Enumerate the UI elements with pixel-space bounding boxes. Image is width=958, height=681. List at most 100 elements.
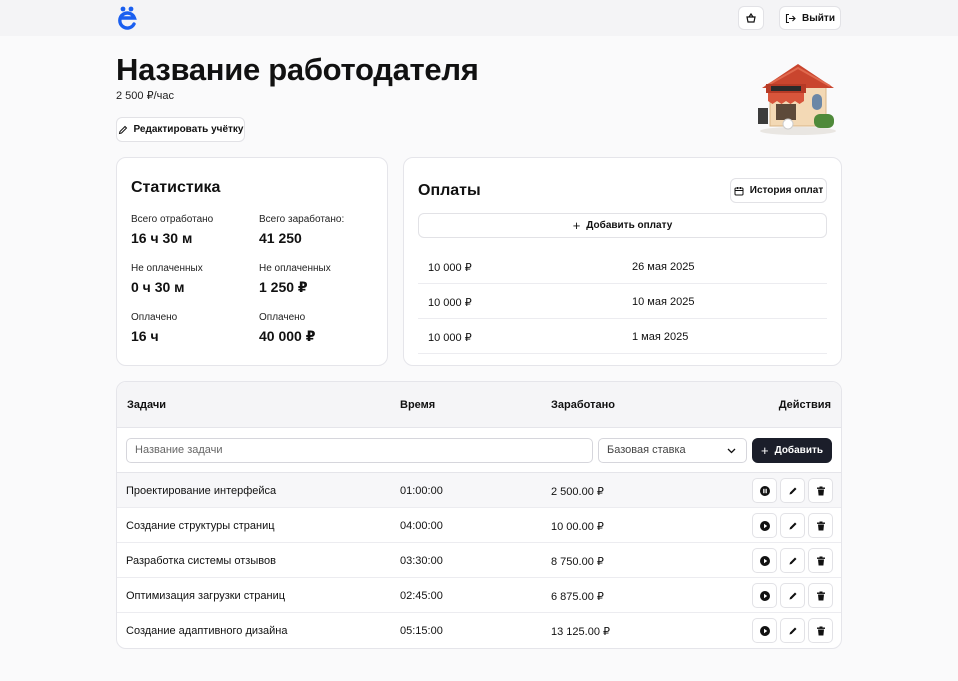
task-time: 04:00:00: [400, 520, 443, 532]
payment-date: 10 мая 2025: [632, 296, 695, 308]
play-icon: [759, 590, 770, 601]
statistics-title: Статистика: [131, 179, 221, 196]
trash-icon: [816, 556, 825, 565]
column-header-task: Задачи: [127, 399, 166, 411]
stat-value: 16 ч 30 м: [131, 230, 193, 246]
edit-task-button[interactable]: [780, 548, 805, 573]
task-name: Проектирование интерфейса: [126, 485, 277, 497]
task-name: Оптимизация загрузки страниц: [126, 590, 286, 602]
notifications-button[interactable]: [738, 6, 764, 30]
hourly-rate: 2 500 ₽/час: [116, 90, 174, 102]
logout-icon: [785, 13, 796, 23]
add-task-row: Название задачи Базовая ставка + Добавит…: [117, 428, 841, 473]
edit-account-label: Редактировать учётку: [133, 124, 244, 135]
stat-value: 16 ч: [131, 328, 159, 344]
task-earned: 8 750.00 ₽: [551, 556, 604, 568]
add-task-button[interactable]: + Добавить: [752, 438, 832, 463]
chevron-down-icon: [727, 448, 736, 454]
stat-label: Не оплаченных: [131, 263, 203, 274]
task-earned: 2 500.00 ₽: [551, 486, 604, 498]
edit-task-button[interactable]: [780, 583, 805, 608]
top-bar: Выйти: [0, 0, 958, 36]
payment-history-button[interactable]: История оплат: [730, 178, 827, 203]
plus-icon: +: [572, 218, 581, 233]
task-time: 01:00:00: [400, 485, 443, 497]
pencil-icon: [789, 522, 796, 529]
pencil-icon: [118, 125, 127, 134]
task-earned: 10 00.00 ₽: [551, 521, 604, 533]
play-icon: [759, 625, 770, 636]
logout-button[interactable]: Выйти: [779, 6, 841, 30]
delete-task-button[interactable]: [808, 478, 833, 503]
trash-icon: [816, 591, 825, 600]
pause-icon: [759, 485, 770, 496]
app-logo[interactable]: [116, 4, 138, 32]
stat-value: 41 250: [259, 230, 302, 246]
payments-title: Оплаты: [418, 182, 481, 199]
timer-toggle-button[interactable]: [752, 478, 777, 503]
payment-amount: 10 000 ₽: [428, 332, 472, 344]
edit-task-button[interactable]: [780, 478, 805, 503]
pencil-icon: [789, 487, 796, 494]
payment-amount: 10 000 ₽: [428, 262, 472, 274]
add-task-label: Добавить: [774, 445, 824, 456]
task-name: Разработка системы отзывов: [126, 555, 276, 567]
pencil-icon: [789, 627, 796, 634]
page-title: Название работодателя: [116, 52, 479, 87]
column-header-actions: Действия: [778, 399, 831, 411]
edit-task-button[interactable]: [780, 513, 805, 538]
timer-toggle-button[interactable]: [752, 583, 777, 608]
task-earned: 13 125.00 ₽: [551, 626, 610, 638]
stat-label: Оплачено: [131, 312, 178, 323]
task-time: 02:45:00: [400, 590, 443, 602]
tasks-table: Задачи Время Заработано Действия Названи…: [116, 381, 842, 649]
basket-icon: [746, 12, 756, 23]
timer-toggle-button[interactable]: [752, 618, 777, 643]
stat-label: Оплачено: [259, 312, 306, 323]
delete-task-button[interactable]: [808, 618, 833, 643]
trash-icon: [816, 486, 825, 495]
restaurant-illustration: [758, 64, 836, 135]
delete-task-button[interactable]: [808, 583, 833, 608]
column-header-earned: Заработано: [551, 399, 615, 411]
table-row: Проектирование интерфейса 01:00:00 2 500…: [117, 473, 841, 508]
play-icon: [759, 520, 770, 531]
timer-toggle-button[interactable]: [752, 548, 777, 573]
trash-icon: [816, 521, 825, 530]
delete-task-button[interactable]: [808, 548, 833, 573]
payment-row: 10 000 ₽ 26 мая 2025: [418, 249, 827, 284]
stat-label: Всего отработано: [131, 214, 214, 225]
table-row: Создание адаптивного дизайна 05:15:00 13…: [117, 613, 841, 648]
add-payment-button[interactable]: + Добавить оплату: [418, 213, 827, 238]
table-row: Создание структуры страниц 04:00:00 10 0…: [117, 508, 841, 543]
edit-account-button[interactable]: Редактировать учётку: [116, 117, 245, 142]
task-name: Создание структуры страниц: [126, 520, 275, 532]
task-time: 03:30:00: [400, 555, 443, 567]
rate-select[interactable]: Базовая ставка: [598, 438, 747, 463]
payment-date: 26 мая 2025: [632, 261, 695, 273]
logout-label: Выйти: [802, 12, 835, 24]
table-row: Оптимизация загрузки страниц 02:45:00 6 …: [117, 578, 841, 613]
task-name: Создание адаптивного дизайна: [126, 625, 288, 637]
calendar-icon: [734, 186, 744, 195]
payment-history-label: История оплат: [749, 185, 824, 196]
delete-task-button[interactable]: [808, 513, 833, 538]
pencil-icon: [789, 557, 796, 564]
table-row: Разработка системы отзывов 03:30:00 8 75…: [117, 543, 841, 578]
stat-label: Не оплаченных: [259, 263, 331, 274]
pencil-icon: [789, 592, 796, 599]
timer-toggle-button[interactable]: [752, 513, 777, 538]
plus-icon: +: [760, 443, 769, 458]
trash-icon: [816, 626, 825, 635]
payment-row: 10 000 ₽ 10 мая 2025: [418, 284, 827, 319]
task-name-input[interactable]: Название задачи: [126, 438, 593, 463]
column-header-time: Время: [400, 399, 436, 411]
edit-task-button[interactable]: [780, 618, 805, 643]
payment-amount: 10 000 ₽: [428, 297, 472, 309]
rate-select-value: Базовая ставка: [607, 444, 686, 456]
stat-value: 40 000 ₽: [259, 328, 316, 344]
task-time: 05:15:00: [400, 625, 443, 637]
payment-row: 10 000 ₽ 1 мая 2025: [418, 319, 827, 354]
stat-label: Всего заработано:: [259, 214, 345, 225]
payment-date: 1 мая 2025: [632, 331, 689, 343]
